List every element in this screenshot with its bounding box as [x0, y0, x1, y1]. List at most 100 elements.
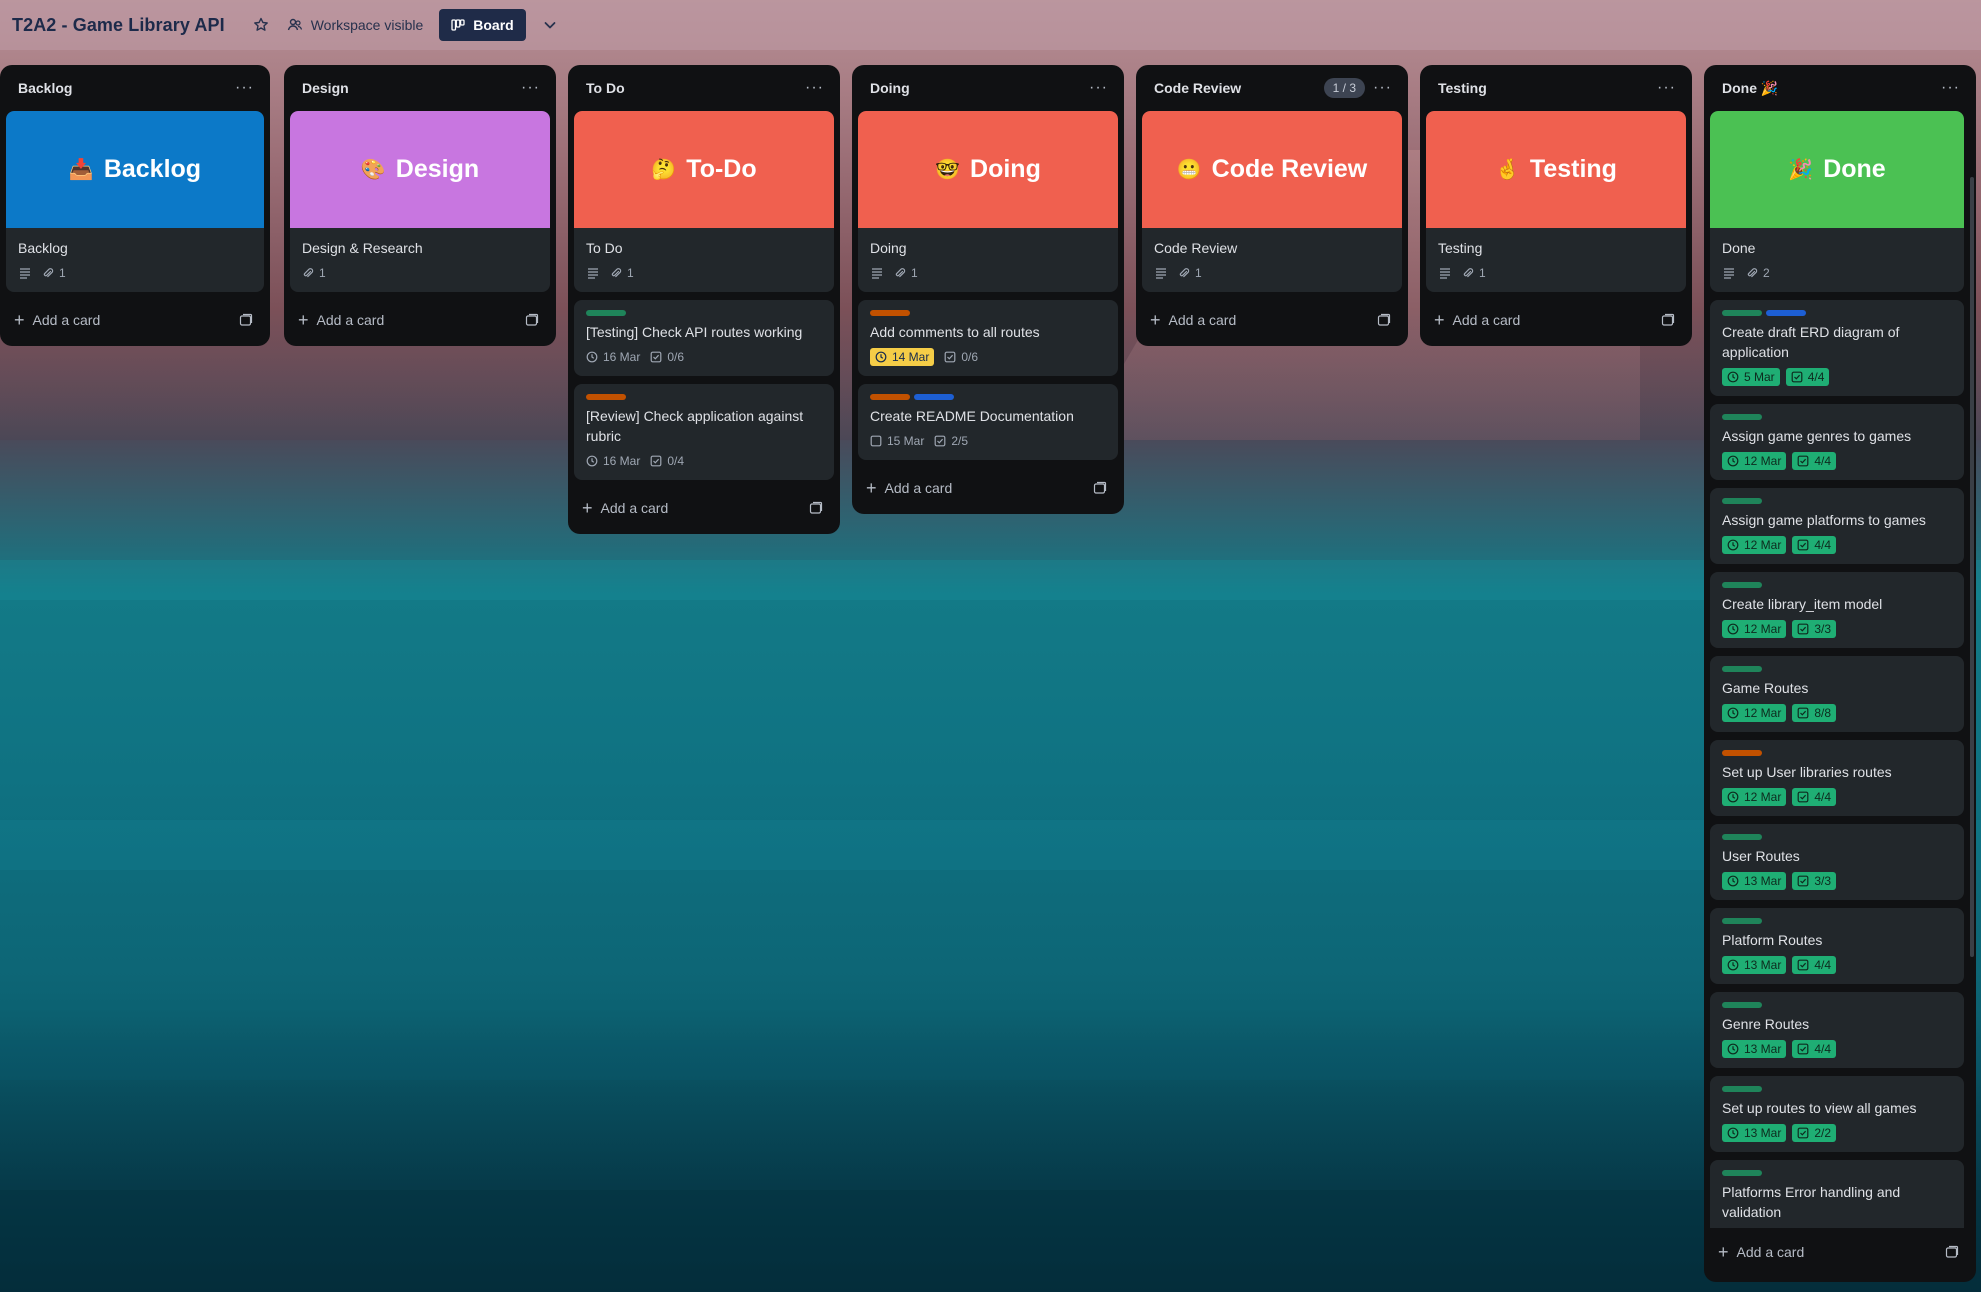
add-card-button[interactable]: + Add a card — [1718, 1243, 1804, 1261]
label-orange[interactable] — [586, 394, 626, 400]
due-date-badge[interactable]: 16 Mar — [586, 452, 640, 470]
label-green[interactable] — [1722, 310, 1762, 316]
list-menu-icon[interactable]: ··· — [235, 80, 254, 96]
task-card[interactable]: User Routes 13 Mar 3/3 — [1710, 824, 1964, 900]
template-icon[interactable] — [1376, 312, 1392, 328]
template-icon[interactable] — [524, 312, 540, 328]
add-card-button[interactable]: + Add a card — [14, 311, 100, 329]
list-title[interactable]: Done 🎉 — [1722, 80, 1778, 97]
task-card[interactable]: Genre Routes 13 Mar 4/4 — [1710, 992, 1964, 1068]
list-title[interactable]: Code Review — [1154, 80, 1241, 96]
list-title[interactable]: Design — [302, 80, 349, 96]
label-orange[interactable] — [1722, 750, 1762, 756]
board-title[interactable]: T2A2 - Game Library API — [12, 15, 225, 36]
task-card[interactable]: Platforms Error handling and validation — [1710, 1160, 1964, 1228]
paperclip-icon — [42, 267, 54, 279]
scrollbar[interactable] — [1970, 177, 1974, 957]
task-card[interactable]: Set up User libraries routes 12 Mar 4/4 — [1710, 740, 1964, 816]
task-card[interactable]: Assign game genres to games 12 Mar 4/4 — [1710, 404, 1964, 480]
label-blue[interactable] — [914, 394, 954, 400]
add-card-button[interactable]: + Add a card — [866, 479, 952, 497]
cover-card[interactable]: 🎉 Done Done 2 — [1710, 111, 1964, 292]
cover-card[interactable]: 🎨 Design Design & Research 1 — [290, 111, 550, 292]
label-green[interactable] — [1722, 834, 1762, 840]
add-card-button[interactable]: + Add a card — [1434, 311, 1520, 329]
star-icon[interactable] — [247, 11, 275, 39]
template-icon[interactable] — [1944, 1244, 1960, 1260]
due-date-badge[interactable]: 13 Mar — [1722, 956, 1787, 974]
list-cards-scroll[interactable]: 🎉 Done Done 2 Create draft ERD diagram o… — [1710, 111, 1970, 1228]
due-date-badge[interactable]: 12 Mar — [1722, 704, 1787, 722]
cover-card[interactable]: 📥 Backlog Backlog 1 — [6, 111, 264, 292]
chevron-down-icon[interactable] — [536, 11, 564, 39]
due-date-badge[interactable]: 13 Mar — [1722, 1040, 1787, 1058]
due-date-badge[interactable]: 13 Mar — [1722, 1124, 1787, 1142]
checklist-badge: 4/4 — [1792, 956, 1837, 974]
template-icon[interactable] — [1092, 480, 1108, 496]
cover-card[interactable]: 🤞 Testing Testing 1 — [1426, 111, 1686, 292]
add-card-label: Add a card — [1452, 312, 1521, 328]
paperclip-icon — [894, 267, 906, 279]
task-card[interactable]: Create draft ERD diagram of application … — [1710, 300, 1964, 396]
cover-card[interactable]: 🤓 Doing Doing 1 — [858, 111, 1118, 292]
add-card-label: Add a card — [600, 500, 669, 516]
task-card[interactable]: [Review] Check application against rubri… — [574, 384, 834, 480]
cover-text: Testing — [1529, 155, 1617, 183]
task-card[interactable]: Assign game platforms to games 12 Mar 4/… — [1710, 488, 1964, 564]
add-card-button[interactable]: + Add a card — [1150, 311, 1236, 329]
task-card[interactable]: Game Routes 12 Mar 8/8 — [1710, 656, 1964, 732]
add-card-row: + Add a card — [6, 300, 264, 340]
label-green[interactable] — [1722, 414, 1762, 420]
list-menu-icon[interactable]: ··· — [805, 80, 824, 96]
template-icon[interactable] — [1660, 312, 1676, 328]
task-card[interactable]: Create README Documentation 15 Mar 2/5 — [858, 384, 1118, 460]
label-green[interactable] — [1722, 498, 1762, 504]
task-card[interactable]: Add comments to all routes 14 Mar 0/6 — [858, 300, 1118, 376]
task-card[interactable]: Create library_item model 12 Mar 3/3 — [1710, 572, 1964, 648]
due-date-badge[interactable]: 5 Mar — [1722, 368, 1780, 386]
label-blue[interactable] — [1766, 310, 1806, 316]
description-icon — [870, 264, 884, 282]
due-date-badge[interactable]: 16 Mar — [586, 348, 640, 366]
label-green[interactable] — [1722, 918, 1762, 924]
label-green[interactable] — [1722, 582, 1762, 588]
label-green[interactable] — [1722, 666, 1762, 672]
cover-card[interactable]: 😬 Code Review Code Review 1 — [1142, 111, 1402, 292]
due-date: 12 Mar — [1744, 790, 1782, 804]
label-green[interactable] — [586, 310, 626, 316]
due-date-badge[interactable]: 12 Mar — [1722, 536, 1787, 554]
task-card[interactable]: [Testing] Check API routes working 16 Ma… — [574, 300, 834, 376]
list-title[interactable]: Backlog — [18, 80, 72, 96]
add-card-button[interactable]: + Add a card — [298, 311, 384, 329]
label-green[interactable] — [1722, 1002, 1762, 1008]
add-card-label: Add a card — [316, 312, 385, 328]
list-title[interactable]: To Do — [586, 80, 625, 96]
label-orange[interactable] — [870, 310, 910, 316]
due-date-badge[interactable]: 15 Mar — [870, 432, 924, 450]
list-title[interactable]: Doing — [870, 80, 910, 96]
task-card[interactable]: Platform Routes 13 Mar 4/4 — [1710, 908, 1964, 984]
label-green[interactable] — [1722, 1086, 1762, 1092]
cover-card[interactable]: 🤔 To-Do To Do 1 — [574, 111, 834, 292]
due-date-badge[interactable]: 14 Mar — [870, 348, 935, 366]
due-date-badge[interactable]: 12 Mar — [1722, 452, 1787, 470]
label-orange[interactable] — [870, 394, 910, 400]
due-date: 16 Mar — [603, 350, 641, 364]
due-date-badge[interactable]: 12 Mar — [1722, 788, 1787, 806]
due-date-badge[interactable]: 12 Mar — [1722, 620, 1787, 638]
due-date-badge[interactable]: 13 Mar — [1722, 872, 1787, 890]
task-card[interactable]: Set up routes to view all games 13 Mar 2… — [1710, 1076, 1964, 1152]
template-icon[interactable] — [808, 500, 824, 516]
board-view-button[interactable]: Board — [439, 9, 526, 41]
list-menu-icon[interactable]: ··· — [521, 80, 540, 96]
list-menu-icon[interactable]: ··· — [1089, 80, 1108, 96]
list-menu-icon[interactable]: ··· — [1941, 80, 1960, 96]
list-title[interactable]: Testing — [1438, 80, 1487, 96]
template-icon[interactable] — [238, 312, 254, 328]
visibility-button[interactable]: Workspace visible — [287, 17, 423, 33]
list-menu-icon[interactable]: ··· — [1373, 80, 1392, 96]
label-green[interactable] — [1722, 1170, 1762, 1176]
cover-text: Code Review — [1211, 155, 1368, 183]
list-menu-icon[interactable]: ··· — [1657, 80, 1676, 96]
add-card-button[interactable]: + Add a card — [582, 499, 668, 517]
